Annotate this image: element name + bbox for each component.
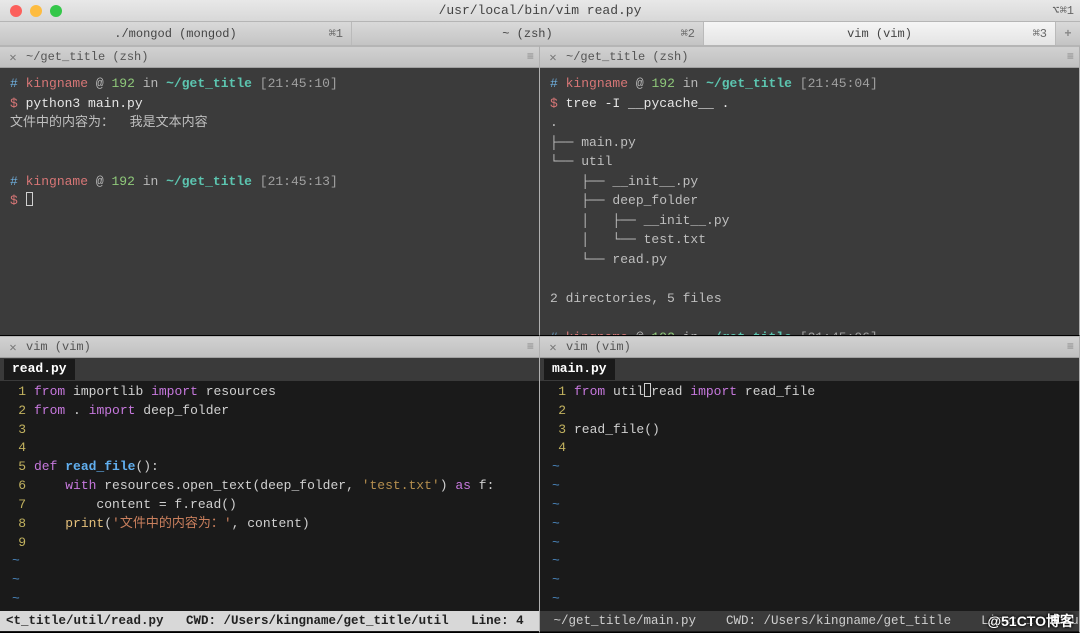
hamburger-icon[interactable]: ≡ <box>527 340 533 354</box>
app-tab-label: ~ (zsh) <box>502 27 552 41</box>
close-icon[interactable]: ✕ <box>6 50 20 64</box>
app-tab-vim[interactable]: vim (vim) ⌘3 <box>704 22 1056 45</box>
buffer-tab[interactable]: main.py <box>544 359 615 380</box>
pane-tab-label: vim (vim) <box>26 340 91 354</box>
pane-tab-bar: ✕ ~/get_title (zsh) ≡ <box>540 46 1079 68</box>
app-tab-kb: ⌘3 <box>1033 26 1047 41</box>
hamburger-icon[interactable]: ≡ <box>1067 340 1073 354</box>
buffer-tab-bar: main.py <box>540 358 1079 381</box>
pane-tab-bar: ✕ ~/get_title (zsh) ≡ <box>0 46 539 68</box>
app-tab-label: vim (vim) <box>847 27 912 41</box>
zoom-window-button[interactable] <box>50 5 62 17</box>
app-tab-kb: ⌘1 <box>329 26 343 41</box>
code-area[interactable]: 1from importlib import resources 2from .… <box>0 381 539 611</box>
hamburger-icon[interactable]: ≡ <box>1067 50 1073 64</box>
terminal-output[interactable]: # kingname @ 192 in ~/get_title [21:45:0… <box>540 68 1079 335</box>
watermark: @51CTO博客 <box>987 611 1074 631</box>
vim-command-line[interactable]: : <box>0 631 539 632</box>
code-area[interactable]: 1from utilread import read_file 2 3read_… <box>540 381 1079 611</box>
window-shortcut: ⌥⌘1 <box>1052 3 1074 18</box>
terminal-output[interactable]: # kingname @ 192 in ~/get_title [21:45:1… <box>0 68 539 335</box>
close-icon[interactable]: ✕ <box>6 340 20 354</box>
close-icon[interactable]: ✕ <box>546 340 560 354</box>
pane-tab-bar: ✕ vim (vim) ≡ <box>540 336 1079 358</box>
window-title: /usr/local/bin/vim read.py <box>0 3 1080 18</box>
pane-top-left: ✕ ~/get_title (zsh) ≡ # kingname @ 192 i… <box>0 46 540 336</box>
pane-top-right: ✕ ~/get_title (zsh) ≡ # kingname @ 192 i… <box>540 46 1080 336</box>
traffic-lights <box>0 5 62 17</box>
pane-tab-label: ~/get_title (zsh) <box>26 50 148 64</box>
close-icon[interactable]: ✕ <box>546 50 560 64</box>
vim-editor[interactable]: read.py 1from importlib import resources… <box>0 358 539 632</box>
pane-bottom-left: ✕ vim (vim) ≡ read.py 1from importlib im… <box>0 336 540 633</box>
app-tab-label: ./mongod (mongod) <box>114 27 236 41</box>
window-titlebar: /usr/local/bin/vim read.py ⌥⌘1 <box>0 0 1080 22</box>
hamburger-icon[interactable]: ≡ <box>527 50 533 64</box>
app-tab-zsh[interactable]: ~ (zsh) ⌘2 <box>352 22 704 45</box>
vim-editor[interactable]: main.py 1from utilread import read_file … <box>540 358 1079 632</box>
vim-command-line[interactable]: "main.py" 4L, 46C written <box>540 631 1079 632</box>
pane-bottom-right: ✕ vim (vim) ≡ main.py 1from utilread imp… <box>540 336 1080 633</box>
pane-tab-bar: ✕ vim (vim) ≡ <box>0 336 539 358</box>
app-tab-bar: ./mongod (mongod) ⌘1 ~ (zsh) ⌘2 vim (vim… <box>0 22 1080 46</box>
buffer-tab[interactable]: read.py <box>4 359 75 380</box>
app-tab-mongod[interactable]: ./mongod (mongod) ⌘1 <box>0 22 352 45</box>
vim-status-bar: <t_title/util/read.py CWD: /Users/kingna… <box>0 611 539 631</box>
app-tab-kb: ⌘2 <box>681 26 695 41</box>
pane-grid: ✕ ~/get_title (zsh) ≡ # kingname @ 192 i… <box>0 46 1080 633</box>
pane-tab-label: vim (vim) <box>566 340 631 354</box>
close-window-button[interactable] <box>10 5 22 17</box>
minimize-window-button[interactable] <box>30 5 42 17</box>
new-tab-button[interactable]: + <box>1056 22 1080 45</box>
pane-tab-label: ~/get_title (zsh) <box>566 50 688 64</box>
buffer-tab-bar: read.py <box>0 358 539 381</box>
